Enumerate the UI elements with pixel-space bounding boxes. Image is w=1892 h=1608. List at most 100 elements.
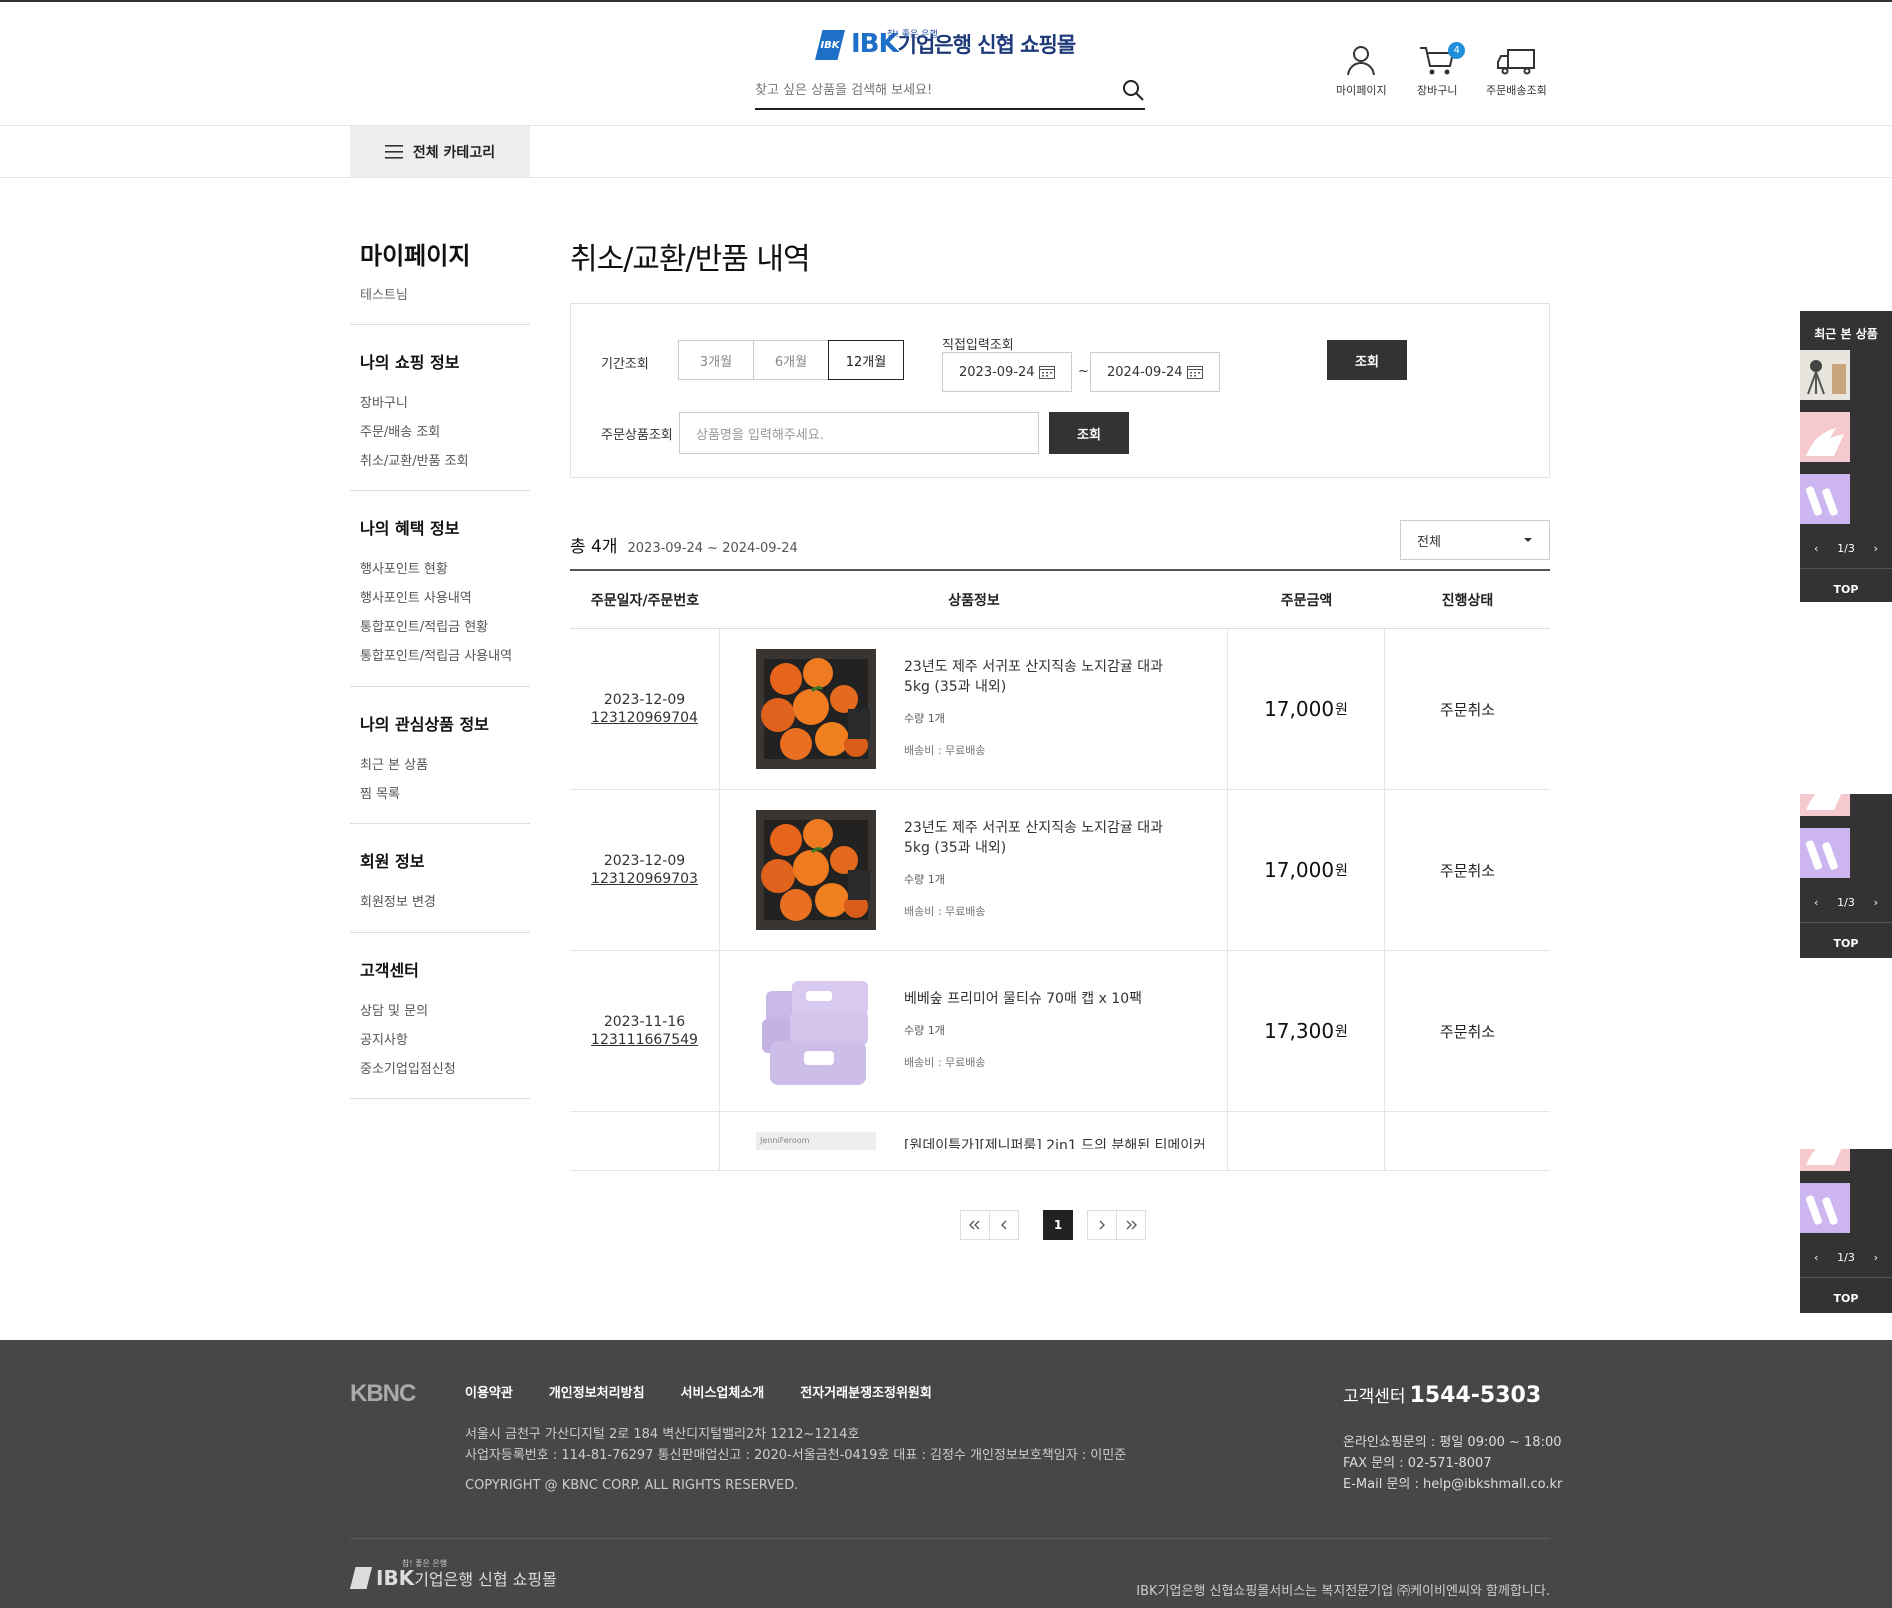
next-page-button[interactable] [1087,1210,1117,1240]
table-row: JenniFeroom [원데이특가][제니퍼룸] 2in1 드의 분해된 티메… [570,1112,1550,1171]
footer-link-terms[interactable]: 이용약관 [465,1382,513,1401]
scroll-top-button[interactable]: TOP [1800,1277,1892,1313]
tangerine-product-image[interactable] [756,810,876,930]
wet-wipes-product-image[interactable] [756,971,876,1091]
sidebar-title: 마이페이지 [360,242,471,270]
mypage-link[interactable]: 마이페이지 [1336,44,1387,98]
product-name[interactable]: 23년도 제주 서귀포 산지직송 노지감귤 대과 5kg (35과 내외) [904,657,1174,697]
all-category-button[interactable]: 전체 카테고리 [350,126,530,177]
chevron-left-icon [1001,1220,1007,1230]
product-qty: 수량 1개 [904,1024,945,1037]
sidebar-item-notice[interactable]: 공지사항 [360,1026,520,1055]
footer-divider [350,1538,1550,1539]
footer-cs-fax: FAX 문의 : 02-571-8007 [1343,1456,1492,1471]
cart-link[interactable]: 4 장바구니 [1417,42,1466,98]
sidebar-section-interest: 나의 관심상품 정보 최근 본 상품 찜 목록 [350,686,530,823]
sidebar-item-inquiry[interactable]: 상담 및 문의 [360,997,520,1026]
footer-link-privacy[interactable]: 개인정보처리방침 [549,1382,645,1401]
jenniferoom-product-image[interactable]: JenniFeroom [756,1132,876,1150]
table-row: 2023-12-09 123120969704 23년도 제주 서귀포 산지직송… [570,629,1550,790]
direct-input-label: 직접입력조회 [942,338,1014,353]
chevron-left-icon[interactable]: ‹ [1814,896,1818,909]
sidebar-item-member-edit[interactable]: 회원정보 변경 [360,888,520,917]
col-header-status: 진행상태 [1441,592,1494,609]
footer-cs-label: 고객센터 [1343,1387,1406,1407]
col-header-date: 주문일자/주문번호 [590,592,700,609]
status-select[interactable]: 전체 [1400,520,1550,560]
recent-product-thumb[interactable] [1800,350,1850,400]
period-3m-button[interactable]: 3개월 [678,340,754,380]
order-status: 주문취소 [1439,1022,1496,1041]
order-date: 2023-12-09 [603,853,686,869]
date-from-field[interactable]: 2023-09-24 [942,352,1072,392]
recent-product-thumb[interactable] [1800,1149,1850,1171]
product-name[interactable]: [원데이특가][제니퍼룸] 2in1 드의 분해된 티메이커 : [904,1136,1204,1149]
period-label: 기간조회 [601,357,649,372]
kbnc-logo: KBNC [350,1380,416,1407]
product-search-button[interactable]: 조회 [1049,412,1129,454]
calendar-icon [1039,366,1055,379]
top-border [0,0,1892,2]
footer-ibk-logo: 참! 좋은 은행 IBK기업은행 신협 쇼핑몰 [350,1559,557,1590]
order-date-cell [570,1112,720,1170]
sidebar-section-benefits: 나의 혜택 정보 행사포인트 현황 행사포인트 사용내역 통합포인트/적립금 현… [350,490,530,686]
sidebar-item-recent[interactable]: 최근 본 상품 [360,751,520,780]
recent-product-thumb[interactable] [1800,1183,1850,1233]
first-page-button[interactable] [960,1210,990,1240]
order-number-link[interactable]: 123111667549 [591,1032,698,1048]
scroll-top-button[interactable]: TOP [1800,922,1892,958]
chevron-right-icon[interactable]: › [1874,542,1878,555]
prev-page-button[interactable] [989,1210,1019,1240]
chevron-right-icon[interactable]: › [1874,896,1878,909]
sidebar-item-orders[interactable]: 주문/배송 조회 [360,418,520,447]
recent-products-panel-ghost: ‹ 1/3 › TOP [1800,1149,1892,1313]
sidebar-item-wishlist[interactable]: 찜 목록 [360,780,520,809]
recent-product-thumb[interactable] [1800,794,1850,816]
footer-link-vendor[interactable]: 서비스업체소개 [681,1382,765,1401]
sidebar-item-vendor-apply[interactable]: 중소기업입점신청 [360,1055,520,1084]
delivery-link[interactable]: 주문배송조회 [1486,44,1547,98]
chevron-left-icon[interactable]: ‹ [1814,1251,1818,1264]
sidebar-section-title: 나의 관심상품 정보 [360,715,489,734]
order-date-cell: 2023-11-16 123111667549 [570,951,720,1111]
scroll-top-button[interactable]: TOP [1800,568,1892,610]
period-6m-button[interactable]: 6개월 [753,340,829,380]
product-name[interactable]: 베베숲 프리미어 물티슈 70매 캡 x 10팩 [904,989,1174,1009]
product-search-input[interactable]: 상품명을 입력해주세요. [679,412,1039,454]
sidebar-item-cancel[interactable]: 취소/교환/반품 조회 [360,447,520,476]
period-12m-button[interactable]: 12개월 [828,340,904,380]
sidebar-item-reserve-history[interactable]: 통합포인트/적립금 사용내역 [360,642,520,671]
search-icon[interactable] [1121,78,1145,102]
product-info-cell: 23년도 제주 서귀포 산지직송 노지감귤 대과 5kg (35과 내외) 수량… [720,790,1228,950]
order-number-link[interactable]: 123120969703 [591,871,698,887]
hamburger-icon [384,144,403,159]
footer-cs-email[interactable]: E-Mail 문의 : help@ibkshmall.co.kr [1343,1474,1562,1495]
chevron-left-icon[interactable]: ‹ [1814,542,1818,555]
footer-link-dispute[interactable]: 전자거래분쟁조정위원회 [800,1382,932,1401]
tangerine-product-image[interactable] [756,649,876,769]
sidebar-item-event-points[interactable]: 행사포인트 현황 [360,555,520,584]
filter-box: 기간조회 3개월 6개월 12개월 직접입력조회 2023-09-24 ~ 20… [570,303,1550,478]
recent-product-thumb[interactable] [1800,828,1850,878]
page-1-button[interactable]: 1 [1043,1210,1073,1240]
result-total: 총 4개 [570,537,618,557]
recent-product-thumb[interactable] [1800,412,1850,462]
product-name[interactable]: 23년도 제주 서귀포 산지직송 노지감귤 대과 5kg (35과 내외) [904,818,1174,858]
search-input[interactable] [755,74,1095,106]
sidebar-item-reserve[interactable]: 통합포인트/적립금 현황 [360,613,520,642]
sidebar-section-cs: 고객센터 상담 및 문의 공지사항 중소기업입점신청 [350,932,530,1099]
sidebar-item-event-points-history[interactable]: 행사포인트 사용내역 [360,584,520,613]
period-search-button[interactable]: 조회 [1327,340,1407,380]
nav-divider [0,177,1892,178]
date-to-field[interactable]: 2024-09-24 [1090,352,1220,392]
chevron-right-icon[interactable]: › [1874,1251,1878,1264]
sidebar-section-member: 회원 정보 회원정보 변경 [350,823,530,932]
sidebar-item-cart[interactable]: 장바구니 [360,389,520,418]
site-logo[interactable]: IBK 참! 좋은 은행 IBK기업은행 신협 쇼핑몰 [815,20,1085,60]
recent-product-thumb[interactable] [1800,474,1850,524]
order-number-link[interactable]: 123120969704 [591,710,698,726]
order-price: 17,000 [1264,697,1335,721]
table-row: 2023-11-16 123111667549 베베숲 프리미어 물티슈 70매… [570,951,1550,1112]
table-row: 2023-12-09 123120969703 23년도 제주 서귀포 산지직송… [570,790,1550,951]
last-page-button[interactable] [1116,1210,1146,1240]
